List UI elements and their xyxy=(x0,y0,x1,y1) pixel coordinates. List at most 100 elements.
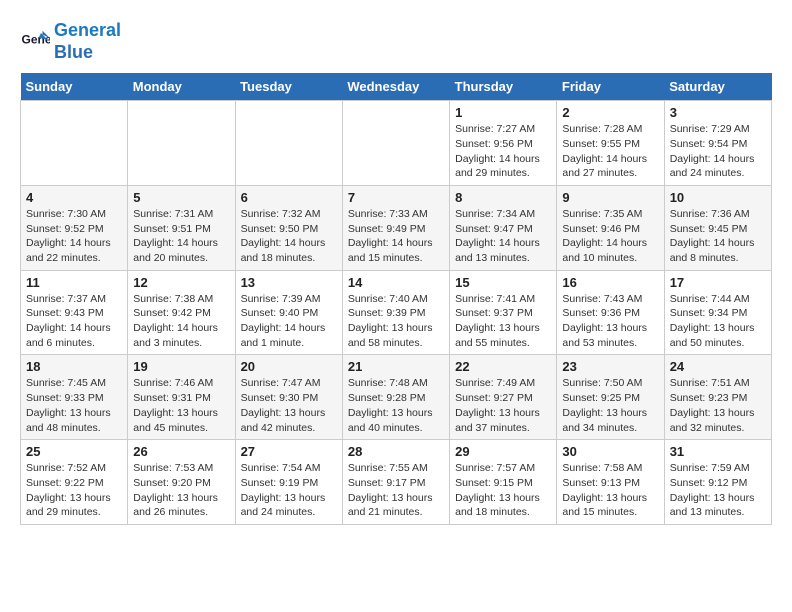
day-info: Sunrise: 7:50 AM Sunset: 9:25 PM Dayligh… xyxy=(562,376,658,435)
calendar-cell xyxy=(128,101,235,186)
day-info: Sunrise: 7:28 AM Sunset: 9:55 PM Dayligh… xyxy=(562,122,658,181)
calendar-cell xyxy=(21,101,128,186)
calendar-cell: 1 Sunrise: 7:27 AM Sunset: 9:56 PM Daylig… xyxy=(450,101,557,186)
calendar-cell: 20 Sunrise: 7:47 AM Sunset: 9:30 PM Dayli… xyxy=(235,355,342,440)
calendar-cell: 17 Sunrise: 7:44 AM Sunset: 9:34 PM Dayli… xyxy=(664,270,771,355)
day-info: Sunrise: 7:48 AM Sunset: 9:28 PM Dayligh… xyxy=(348,376,444,435)
day-number: 2 xyxy=(562,105,658,120)
day-number: 6 xyxy=(241,190,337,205)
day-info: Sunrise: 7:45 AM Sunset: 9:33 PM Dayligh… xyxy=(26,376,122,435)
day-number: 24 xyxy=(670,359,766,374)
day-info: Sunrise: 7:38 AM Sunset: 9:42 PM Dayligh… xyxy=(133,292,229,351)
day-number: 10 xyxy=(670,190,766,205)
calendar-cell: 9 Sunrise: 7:35 AM Sunset: 9:46 PM Daylig… xyxy=(557,185,664,270)
calendar-cell: 6 Sunrise: 7:32 AM Sunset: 9:50 PM Daylig… xyxy=(235,185,342,270)
day-number: 4 xyxy=(26,190,122,205)
day-info: Sunrise: 7:35 AM Sunset: 9:46 PM Dayligh… xyxy=(562,207,658,266)
day-number: 30 xyxy=(562,444,658,459)
day-number: 21 xyxy=(348,359,444,374)
calendar-cell: 14 Sunrise: 7:40 AM Sunset: 9:39 PM Dayli… xyxy=(342,270,449,355)
calendar-cell: 3Sunrise: 7:29 AM Sunset: 9:54 PM Daylig… xyxy=(664,101,771,186)
day-info: Sunrise: 7:58 AM Sunset: 9:13 PM Dayligh… xyxy=(562,461,658,520)
calendar-table: SundayMondayTuesdayWednesdayThursdayFrid… xyxy=(20,73,772,525)
calendar-cell: 31 Sunrise: 7:59 AM Sunset: 9:12 PM Dayli… xyxy=(664,440,771,525)
weekday-header-wednesday: Wednesday xyxy=(342,73,449,101)
calendar-cell: 10Sunrise: 7:36 AM Sunset: 9:45 PM Dayli… xyxy=(664,185,771,270)
weekday-header-tuesday: Tuesday xyxy=(235,73,342,101)
calendar-cell: 29 Sunrise: 7:57 AM Sunset: 9:15 PM Dayli… xyxy=(450,440,557,525)
calendar-cell: 2 Sunrise: 7:28 AM Sunset: 9:55 PM Daylig… xyxy=(557,101,664,186)
day-info: Sunrise: 7:44 AM Sunset: 9:34 PM Dayligh… xyxy=(670,292,766,351)
calendar-cell: 19 Sunrise: 7:46 AM Sunset: 9:31 PM Dayli… xyxy=(128,355,235,440)
day-number: 1 xyxy=(455,105,551,120)
weekday-header-friday: Friday xyxy=(557,73,664,101)
calendar-cell: 13Sunrise: 7:39 AM Sunset: 9:40 PM Dayli… xyxy=(235,270,342,355)
day-number: 22 xyxy=(455,359,551,374)
calendar-cell: 18 Sunrise: 7:45 AM Sunset: 9:33 PM Dayli… xyxy=(21,355,128,440)
day-info: Sunrise: 7:55 AM Sunset: 9:17 PM Dayligh… xyxy=(348,461,444,520)
day-info: Sunrise: 7:43 AM Sunset: 9:36 PM Dayligh… xyxy=(562,292,658,351)
day-number: 19 xyxy=(133,359,229,374)
calendar-cell: 15 Sunrise: 7:41 AM Sunset: 9:37 PM Dayli… xyxy=(450,270,557,355)
calendar-cell: 22 Sunrise: 7:49 AM Sunset: 9:27 PM Dayli… xyxy=(450,355,557,440)
weekday-header-thursday: Thursday xyxy=(450,73,557,101)
calendar-cell: 21 Sunrise: 7:48 AM Sunset: 9:28 PM Dayli… xyxy=(342,355,449,440)
day-number: 7 xyxy=(348,190,444,205)
weekday-header-sunday: Sunday xyxy=(21,73,128,101)
page-header: General General Blue xyxy=(20,20,772,63)
day-info: Sunrise: 7:40 AM Sunset: 9:39 PM Dayligh… xyxy=(348,292,444,351)
day-info: Sunrise: 7:32 AM Sunset: 9:50 PM Dayligh… xyxy=(241,207,337,266)
day-info: Sunrise: 7:30 AM Sunset: 9:52 PM Dayligh… xyxy=(26,207,122,266)
day-info: Sunrise: 7:31 AM Sunset: 9:51 PM Dayligh… xyxy=(133,207,229,266)
calendar-cell: 4 Sunrise: 7:30 AM Sunset: 9:52 PM Daylig… xyxy=(21,185,128,270)
day-number: 20 xyxy=(241,359,337,374)
day-number: 26 xyxy=(133,444,229,459)
calendar-cell: 23Sunrise: 7:50 AM Sunset: 9:25 PM Dayli… xyxy=(557,355,664,440)
day-number: 14 xyxy=(348,275,444,290)
day-info: Sunrise: 7:54 AM Sunset: 9:19 PM Dayligh… xyxy=(241,461,337,520)
day-info: Sunrise: 7:37 AM Sunset: 9:43 PM Dayligh… xyxy=(26,292,122,351)
day-info: Sunrise: 7:47 AM Sunset: 9:30 PM Dayligh… xyxy=(241,376,337,435)
day-number: 31 xyxy=(670,444,766,459)
day-number: 27 xyxy=(241,444,337,459)
day-info: Sunrise: 7:49 AM Sunset: 9:27 PM Dayligh… xyxy=(455,376,551,435)
day-info: Sunrise: 7:46 AM Sunset: 9:31 PM Dayligh… xyxy=(133,376,229,435)
calendar-cell: 26 Sunrise: 7:53 AM Sunset: 9:20 PM Dayli… xyxy=(128,440,235,525)
day-number: 25 xyxy=(26,444,122,459)
day-info: Sunrise: 7:27 AM Sunset: 9:56 PM Dayligh… xyxy=(455,122,551,181)
day-info: Sunrise: 7:57 AM Sunset: 9:15 PM Dayligh… xyxy=(455,461,551,520)
day-info: Sunrise: 7:41 AM Sunset: 9:37 PM Dayligh… xyxy=(455,292,551,351)
day-number: 17 xyxy=(670,275,766,290)
day-info: Sunrise: 7:29 AM Sunset: 9:54 PM Dayligh… xyxy=(670,122,766,181)
calendar-cell: 11 Sunrise: 7:37 AM Sunset: 9:43 PM Dayli… xyxy=(21,270,128,355)
day-number: 18 xyxy=(26,359,122,374)
calendar-cell: 7 Sunrise: 7:33 AM Sunset: 9:49 PM Daylig… xyxy=(342,185,449,270)
day-number: 15 xyxy=(455,275,551,290)
day-number: 12 xyxy=(133,275,229,290)
weekday-header-monday: Monday xyxy=(128,73,235,101)
day-info: Sunrise: 7:33 AM Sunset: 9:49 PM Dayligh… xyxy=(348,207,444,266)
calendar-cell xyxy=(342,101,449,186)
weekday-header-saturday: Saturday xyxy=(664,73,771,101)
calendar-cell: 5Sunrise: 7:31 AM Sunset: 9:51 PM Daylig… xyxy=(128,185,235,270)
day-info: Sunrise: 7:34 AM Sunset: 9:47 PM Dayligh… xyxy=(455,207,551,266)
day-number: 13 xyxy=(241,275,337,290)
logo-text: General Blue xyxy=(54,20,121,63)
day-number: 8 xyxy=(455,190,551,205)
calendar-cell xyxy=(235,101,342,186)
day-info: Sunrise: 7:59 AM Sunset: 9:12 PM Dayligh… xyxy=(670,461,766,520)
calendar-cell: 28Sunrise: 7:55 AM Sunset: 9:17 PM Dayli… xyxy=(342,440,449,525)
day-info: Sunrise: 7:52 AM Sunset: 9:22 PM Dayligh… xyxy=(26,461,122,520)
day-info: Sunrise: 7:51 AM Sunset: 9:23 PM Dayligh… xyxy=(670,376,766,435)
day-number: 11 xyxy=(26,275,122,290)
calendar-cell: 25 Sunrise: 7:52 AM Sunset: 9:22 PM Dayli… xyxy=(21,440,128,525)
day-info: Sunrise: 7:53 AM Sunset: 9:20 PM Dayligh… xyxy=(133,461,229,520)
calendar-cell: 27 Sunrise: 7:54 AM Sunset: 9:19 PM Dayli… xyxy=(235,440,342,525)
calendar-cell: 12 Sunrise: 7:38 AM Sunset: 9:42 PM Dayli… xyxy=(128,270,235,355)
calendar-cell: 24 Sunrise: 7:51 AM Sunset: 9:23 PM Dayli… xyxy=(664,355,771,440)
day-number: 16 xyxy=(562,275,658,290)
calendar-cell: 16 Sunrise: 7:43 AM Sunset: 9:36 PM Dayli… xyxy=(557,270,664,355)
day-number: 29 xyxy=(455,444,551,459)
calendar-cell: 30 Sunrise: 7:58 AM Sunset: 9:13 PM Dayli… xyxy=(557,440,664,525)
day-number: 9 xyxy=(562,190,658,205)
